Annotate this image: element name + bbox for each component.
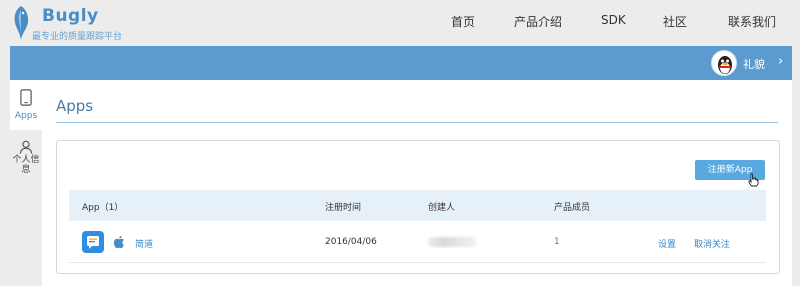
top-navigation: Bugly 最专业的质量跟踪平台 首页 产品介绍 SDK 社区 联系我们 — [0, 0, 800, 46]
col-header-registered: 注册时间 — [325, 203, 362, 213]
col-header-members: 产品成员 — [554, 203, 591, 213]
nav-contact-us[interactable]: 联系我们 — [728, 13, 776, 30]
nav-home[interactable]: 首页 — [451, 13, 475, 30]
qq-penguin-icon — [718, 56, 732, 74]
brand-title: Bugly — [42, 6, 99, 26]
user-name[interactable]: 礼貌 — [743, 56, 765, 72]
members-count-link[interactable]: 1 — [554, 237, 560, 247]
apple-icon — [113, 235, 124, 249]
unfollow-link[interactable]: 取消关注 — [694, 237, 730, 250]
table-row: 简道 2016/04/06 1 设置 取消关注 — [69, 223, 766, 263]
bugly-logo[interactable]: Bugly 最专业的质量跟踪平台 — [10, 4, 150, 42]
col-header-app[interactable]: App（1） — [82, 200, 123, 213]
creator-redacted — [428, 237, 476, 247]
sidebar-item-label: Apps — [14, 111, 38, 121]
phone-icon — [20, 89, 32, 106]
registered-date: 2016/04/06 — [325, 237, 377, 247]
apps-card: 注册新App App（1） 注册时间 创建人 产品成员 简道 2016/04/0… — [56, 140, 780, 274]
app-icon[interactable] — [82, 231, 104, 253]
sidebar-item-apps[interactable]: Apps — [10, 80, 42, 130]
table-header: App（1） 注册时间 创建人 产品成员 — [69, 190, 766, 221]
col-header-creator: 创建人 — [428, 203, 456, 213]
nav-product-intro[interactable]: 产品介绍 — [514, 13, 562, 30]
avatar[interactable] — [711, 50, 737, 76]
title-divider — [56, 122, 778, 123]
sidebar-item-profile[interactable]: 个人信息 — [10, 136, 42, 186]
bugly-bird-icon — [14, 6, 29, 40]
settings-link[interactable]: 设置 — [658, 237, 676, 250]
sidebar: Apps 个人信息 — [10, 80, 42, 286]
nav-sdk[interactable]: SDK — [601, 13, 626, 27]
page-title: Apps — [56, 97, 94, 115]
hand-cursor-icon — [748, 173, 759, 187]
brand-subtitle: 最专业的质量跟踪平台 — [32, 32, 123, 42]
sidebar-item-label: 个人信息 — [12, 155, 40, 175]
user-bar: 礼貌 › — [10, 46, 792, 80]
app-name-link[interactable]: 简道 — [135, 237, 153, 250]
chevron-right-icon[interactable]: › — [778, 54, 783, 69]
main-panel: Apps 注册新App App（1） 注册时间 创建人 产品成员 简道 2016… — [42, 80, 792, 286]
nav-community[interactable]: 社区 — [663, 13, 687, 30]
user-icon — [19, 140, 33, 154]
chat-bubble-icon — [87, 236, 99, 249]
